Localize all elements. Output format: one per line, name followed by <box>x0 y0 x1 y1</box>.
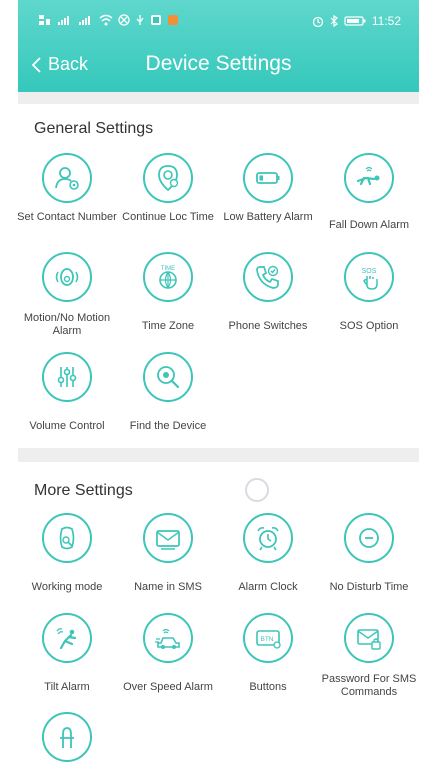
phone-switches-item[interactable]: Phone Switches <box>218 252 318 333</box>
app-header: 11:52 Back Device Settings <box>18 0 419 92</box>
search-target-icon <box>143 352 193 402</box>
nav-bar: Back Device Settings <box>18 46 419 86</box>
status-icons-right: 11:52 <box>312 14 401 28</box>
item-label: Time Zone <box>141 320 195 332</box>
status-clock: 11:52 <box>371 14 401 28</box>
battery-status-icon <box>344 16 366 26</box>
alarm-status-icon <box>312 16 324 27</box>
general-settings-title: General Settings <box>34 120 154 137</box>
section-divider <box>18 92 419 104</box>
item-label: Password For SMS Commands <box>321 673 417 698</box>
signal-icon <box>79 16 90 25</box>
status-bar: 11:52 <box>18 0 419 46</box>
plug-item[interactable] <box>17 712 117 762</box>
car-icon <box>143 613 193 663</box>
name-in-sms-item[interactable]: Name in SMS <box>118 513 218 594</box>
item-label: Alarm Clock <box>238 581 298 593</box>
sos-text: SOS <box>362 268 377 275</box>
fall-down-alarm-item[interactable]: Fall Down Alarm <box>319 153 419 232</box>
item-label: Fall Down Alarm <box>328 219 410 231</box>
fall-person-icon <box>344 153 394 203</box>
sos-option-item[interactable]: SOS SOS Option <box>319 252 419 333</box>
phone-icon <box>243 252 293 302</box>
plug-icon <box>42 712 92 762</box>
time-zone-item[interactable]: TIME Time Zone <box>118 252 218 333</box>
device-search-icon <box>42 513 92 563</box>
low-battery-alarm-item[interactable]: Low Battery Alarm <box>218 153 318 224</box>
blocked-icon <box>118 14 130 26</box>
item-label: Tilt Alarm <box>44 681 90 693</box>
alarm-clock-item[interactable]: Alarm Clock <box>218 513 318 594</box>
location-pin-icon <box>143 153 193 203</box>
no-disturb-time-item[interactable]: No Disturb Time <box>319 513 419 594</box>
continue-loc-time-item[interactable]: Continue Loc Time <box>118 153 218 224</box>
item-label: SOS Option <box>339 320 399 332</box>
buttons-item[interactable]: BTN Buttons <box>218 613 318 694</box>
wifi-icon <box>99 14 113 26</box>
item-label: Low Battery Alarm <box>223 211 313 223</box>
bluetooth-icon <box>330 15 338 27</box>
working-mode-item[interactable]: Working mode <box>17 513 117 594</box>
btn-icon: BTN <box>243 613 293 663</box>
item-label: Over Speed Alarm <box>123 681 213 693</box>
motion-icon <box>42 252 92 302</box>
item-label: Buttons <box>249 681 287 693</box>
loading-spinner <box>245 478 269 502</box>
envelope-icon <box>143 513 193 563</box>
item-label: Set Contact Number <box>17 211 117 223</box>
app-notification-icon <box>151 15 161 25</box>
item-label: No Disturb Time <box>329 581 409 593</box>
volume-control-item[interactable]: Volume Control <box>17 352 117 433</box>
item-label: Volume Control <box>29 420 105 432</box>
sliders-icon <box>42 352 92 402</box>
set-contact-number-item[interactable]: Set Contact Number <box>17 153 117 224</box>
over-speed-alarm-item[interactable]: Over Speed Alarm <box>118 613 218 694</box>
item-label: Phone Switches <box>228 320 308 332</box>
globe-icon: TIME <box>143 252 193 302</box>
item-label: Continue Loc Time <box>122 211 214 223</box>
btn-text: BTN <box>261 636 274 643</box>
minus-circle-icon <box>344 513 394 563</box>
time-text: TIME <box>161 266 175 272</box>
find-device-item[interactable]: Find the Device <box>118 352 218 433</box>
signal-icon <box>58 16 69 25</box>
item-label: Name in SMS <box>134 581 202 593</box>
tilt-alarm-item[interactable]: Tilt Alarm <box>17 613 117 694</box>
more-settings-title: More Settings <box>34 482 133 499</box>
password-sms-item[interactable]: Password For SMS Commands <box>319 613 419 699</box>
app-notification-icon <box>168 15 178 25</box>
item-label: Motion/No Motion Alarm <box>23 312 111 337</box>
contact-settings-icon <box>42 153 92 203</box>
envelope-lock-icon <box>344 613 394 663</box>
alarm-clock-icon <box>243 513 293 563</box>
section-divider <box>18 448 419 462</box>
usb-icon <box>136 15 144 25</box>
sim-icon <box>39 15 50 25</box>
item-label: Find the Device <box>129 420 207 432</box>
battery-icon <box>243 153 293 203</box>
item-label: Working mode <box>31 581 103 593</box>
status-icons-left <box>38 14 179 26</box>
motion-alarm-item[interactable]: Motion/No Motion Alarm <box>17 252 117 338</box>
page-title: Device Settings <box>145 52 292 75</box>
tilt-person-icon <box>42 613 92 663</box>
sos-hand-icon: SOS <box>344 252 394 302</box>
